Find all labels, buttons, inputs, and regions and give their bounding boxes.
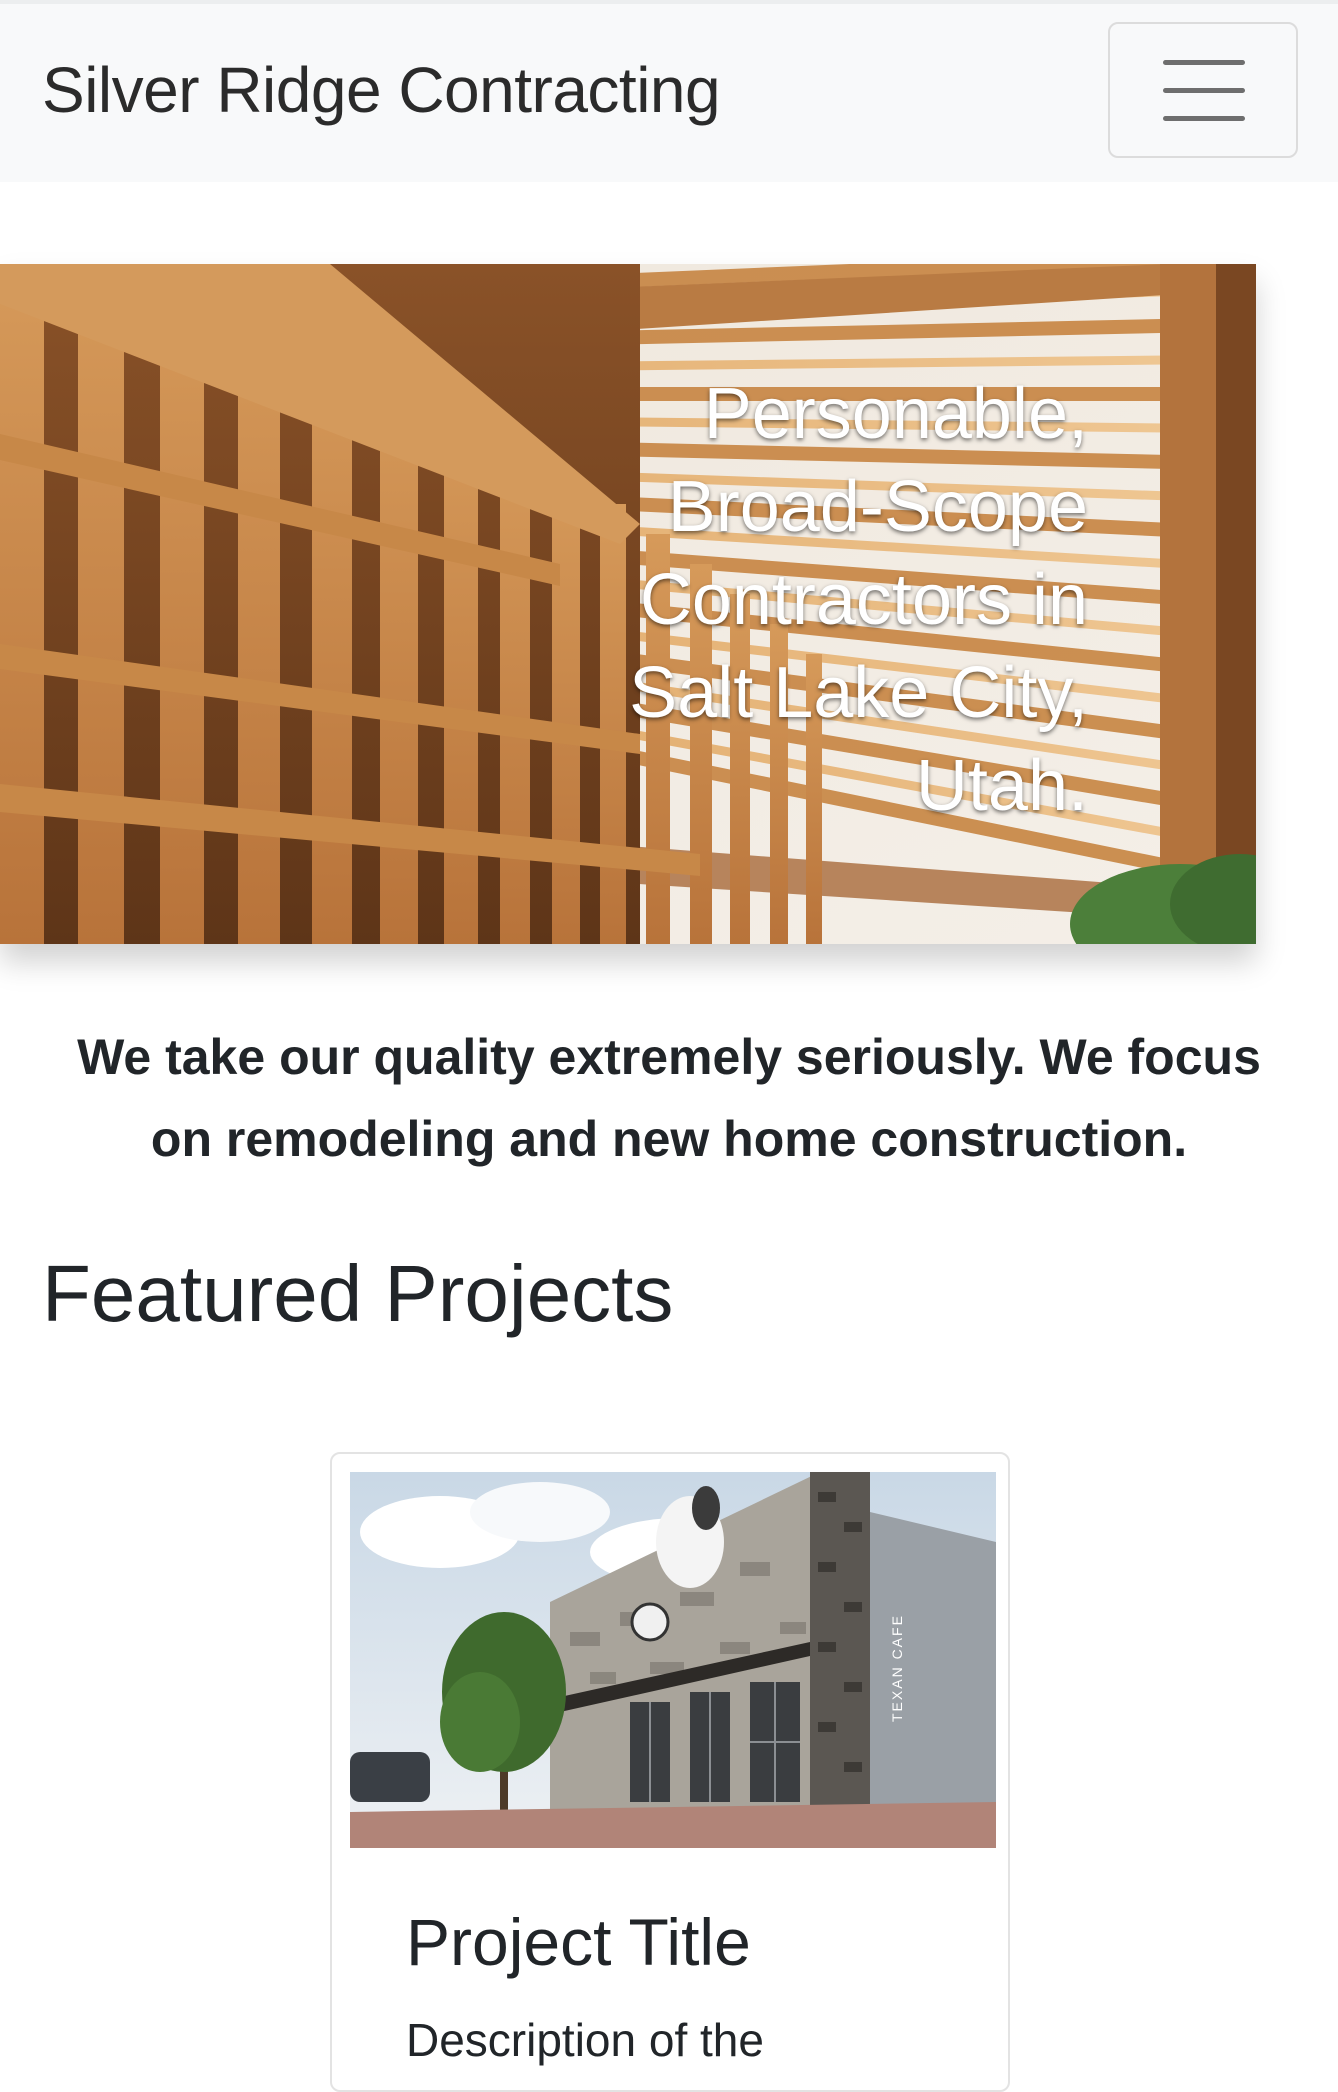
hero-headline: Personable, Broad-Scope Contractors in S… — [528, 368, 1088, 833]
featured-projects-heading: Featured Projects — [42, 1249, 674, 1338]
hero-headline-line: Broad-Scope — [667, 467, 1088, 547]
project-card-title: Project Title — [406, 1905, 751, 1979]
hero-headline-line: Salt Lake City, — [629, 653, 1088, 733]
hero-banner: Personable, Broad-Scope Contractors in S… — [0, 264, 1256, 944]
hero-headline-line: Contractors in — [639, 560, 1088, 640]
hamburger-menu-icon — [1163, 60, 1245, 122]
navbar-toggle-button[interactable] — [1108, 22, 1298, 158]
hero-headline-line: Utah. — [915, 746, 1088, 826]
hero-headline-line: Personable, — [703, 374, 1088, 454]
project-card-description: Description of the — [406, 2014, 764, 2066]
cafe-sign-text: TEXAN CAFE — [889, 1614, 905, 1722]
tagline: We take our quality extremely seriously.… — [77, 1029, 1261, 1167]
brand-link[interactable]: Silver Ridge Contracting — [42, 50, 721, 130]
project-card[interactable]: TEXAN CAFE Project Title Description of … — [330, 1452, 1010, 2092]
project-card-image: TEXAN CAFE — [350, 1472, 996, 1848]
navbar: Silver Ridge Contracting — [0, 0, 1338, 182]
